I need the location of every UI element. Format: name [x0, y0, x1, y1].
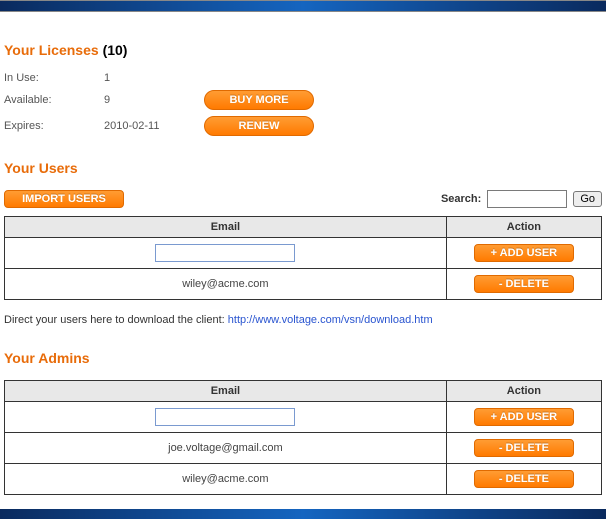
go-button[interactable]: Go: [573, 191, 602, 207]
add-user-button[interactable]: + ADD USER: [474, 244, 574, 262]
import-users-button[interactable]: IMPORT USERS: [4, 190, 124, 208]
admins-action-header: Action: [446, 381, 601, 402]
admin-email-cell: joe.voltage@gmail.com: [5, 433, 447, 464]
license-expires-row: Expires: 2010-02-11 RENEW: [4, 116, 602, 136]
admin-email-cell: wiley@acme.com: [5, 464, 447, 495]
users-heading: Your Users: [4, 160, 602, 176]
available-value: 9: [104, 94, 204, 106]
expires-label: Expires:: [4, 120, 104, 132]
new-user-email-input[interactable]: [155, 244, 295, 262]
add-admin-button[interactable]: + ADD USER: [474, 408, 574, 426]
renew-button[interactable]: RENEW: [204, 116, 314, 136]
admins-email-header: Email: [5, 381, 447, 402]
search-input[interactable]: [487, 190, 567, 208]
users-action-header: Action: [446, 217, 601, 238]
search-group: Search: Go: [441, 190, 602, 208]
inuse-value: 1: [104, 72, 204, 84]
download-link[interactable]: http://www.voltage.com/vsn/download.htm: [228, 314, 433, 326]
licenses-count: (10): [103, 42, 128, 58]
expires-value: 2010-02-11: [104, 120, 204, 132]
buy-more-button[interactable]: BUY MORE: [204, 90, 314, 110]
admins-table-row: wiley@acme.com - DELETE: [5, 464, 602, 495]
users-table: Email Action + ADD USER wiley@acme.com -…: [4, 216, 602, 300]
admins-add-row: + ADD USER: [5, 402, 602, 433]
new-admin-email-input[interactable]: [155, 408, 295, 426]
admins-table: Email Action + ADD USER joe.voltage@gmai…: [4, 380, 602, 495]
users-add-row: + ADD USER: [5, 238, 602, 269]
license-inuse-row: In Use: 1: [4, 72, 602, 84]
top-bar: [0, 0, 606, 12]
admins-table-row: joe.voltage@gmail.com - DELETE: [5, 433, 602, 464]
delete-admin-button[interactable]: - DELETE: [474, 439, 574, 457]
users-toolbar: IMPORT USERS Search: Go: [4, 190, 602, 208]
licenses-title: Your Licenses: [4, 42, 99, 58]
users-email-header: Email: [5, 217, 447, 238]
download-text: Direct your users here to download the c…: [4, 314, 228, 326]
users-table-row: wiley@acme.com - DELETE: [5, 269, 602, 300]
license-available-row: Available: 9 BUY MORE: [4, 90, 602, 110]
page-content: Your Licenses (10) In Use: 1 Available: …: [0, 12, 606, 509]
licenses-heading: Your Licenses (10): [4, 42, 602, 58]
delete-admin-button[interactable]: - DELETE: [474, 470, 574, 488]
delete-user-button[interactable]: - DELETE: [474, 275, 574, 293]
admins-heading: Your Admins: [4, 350, 602, 366]
available-label: Available:: [4, 94, 104, 106]
download-note: Direct your users here to download the c…: [4, 314, 602, 326]
inuse-label: In Use:: [4, 72, 104, 84]
search-label: Search:: [441, 193, 481, 205]
user-email-cell: wiley@acme.com: [5, 269, 447, 300]
